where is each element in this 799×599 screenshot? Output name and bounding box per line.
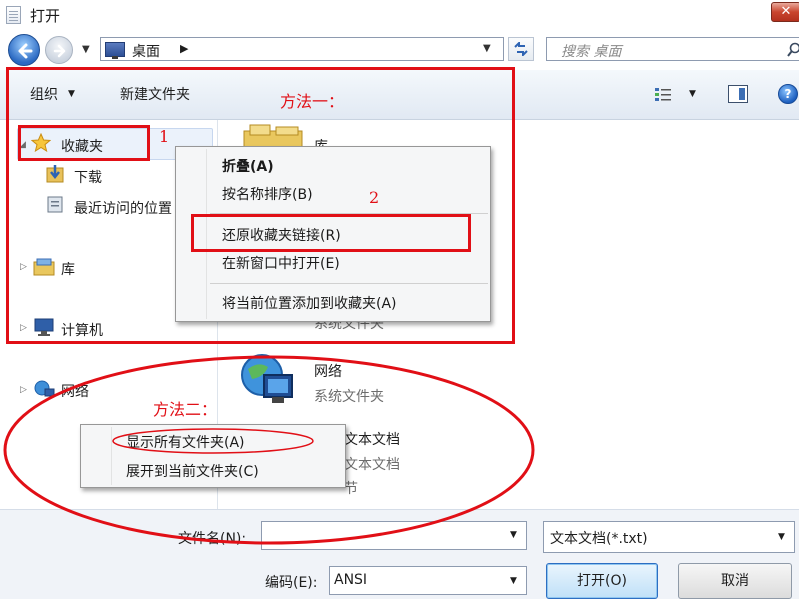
filetype-dropdown-icon[interactable]: ▼ xyxy=(778,532,785,542)
arrow-right-icon xyxy=(53,44,66,58)
address-bar[interactable]: 桌面 ▶ ▼ xyxy=(100,37,504,61)
search-input[interactable]: 搜索 桌面 xyxy=(546,37,799,61)
refresh-icon xyxy=(514,42,528,56)
method-one-highlight-box xyxy=(6,67,515,344)
recent-locations-dropdown-icon[interactable]: ▼ xyxy=(82,44,96,56)
change-view-icon[interactable] xyxy=(655,87,673,103)
address-dropdown-icon[interactable]: ▼ xyxy=(483,43,491,54)
filetype-value: 文本文档(*.txt) xyxy=(550,531,648,547)
annotation-step-one: 1 xyxy=(159,127,170,146)
annotation-method-two: 方法二： xyxy=(153,400,218,419)
expand-arrow-icon[interactable]: ▷ xyxy=(20,385,27,395)
content-item-size: 节 xyxy=(344,481,358,497)
search-icon[interactable] xyxy=(787,42,799,58)
navigation-pane-context-menu: 显示所有文件夹(A) 展开到当前文件夹(C) xyxy=(80,424,346,488)
sidebar-item-network[interactable]: 网络 xyxy=(61,381,89,401)
encoding-value: ANSI xyxy=(334,572,368,588)
content-item-text-document[interactable]: 文本文档 xyxy=(344,429,400,449)
help-button[interactable]: ? xyxy=(778,84,798,104)
view-options-caret-icon[interactable]: ▼ xyxy=(689,89,696,99)
encoding-label: 编码(E): xyxy=(265,575,318,591)
document-icon xyxy=(6,6,21,24)
encoding-select[interactable]: ANSI ▼ xyxy=(329,566,527,595)
filename-dropdown-icon[interactable]: ▼ xyxy=(510,530,517,540)
network-globe-icon xyxy=(241,354,293,403)
refresh-button[interactable] xyxy=(508,37,534,61)
encoding-dropdown-icon[interactable]: ▼ xyxy=(510,576,517,586)
filetype-select[interactable]: 文本文档(*.txt) ▼ xyxy=(543,521,795,553)
restore-links-highlight-box xyxy=(191,214,471,252)
breadcrumb-arrow-icon[interactable]: ▶ xyxy=(180,42,188,55)
annotation-step-two: 2 xyxy=(369,188,380,207)
favorites-highlight-box xyxy=(18,125,150,161)
filename-label: 文件名(N): xyxy=(178,531,247,547)
menu-item-show-all-folders[interactable]: 显示所有文件夹(A) xyxy=(126,432,245,452)
title-bar xyxy=(0,0,799,30)
content-item-type: 系统文件夹 xyxy=(314,389,384,405)
desktop-icon xyxy=(105,42,125,59)
back-button[interactable] xyxy=(8,34,40,66)
window-title: 打开 xyxy=(30,7,61,25)
network-icon xyxy=(34,380,55,397)
annotation-method-one: 方法一： xyxy=(280,92,345,111)
forward-button[interactable] xyxy=(45,36,73,64)
cancel-button[interactable]: 取消 xyxy=(678,563,792,599)
address-path[interactable]: 桌面 xyxy=(132,41,160,61)
content-item-network[interactable]: 网络 xyxy=(314,361,342,381)
open-button[interactable]: 打开(O) xyxy=(546,563,658,599)
filename-field[interactable]: ▼ xyxy=(261,521,527,550)
close-button[interactable]: ✕ xyxy=(771,2,799,22)
arrow-left-icon xyxy=(18,43,33,59)
search-placeholder: 搜索 桌面 xyxy=(561,44,622,60)
preview-pane-button[interactable] xyxy=(728,85,748,103)
menu-item-expand-to-current-folder[interactable]: 展开到当前文件夹(C) xyxy=(126,461,259,481)
content-item-type: 文本文档 xyxy=(344,457,400,473)
